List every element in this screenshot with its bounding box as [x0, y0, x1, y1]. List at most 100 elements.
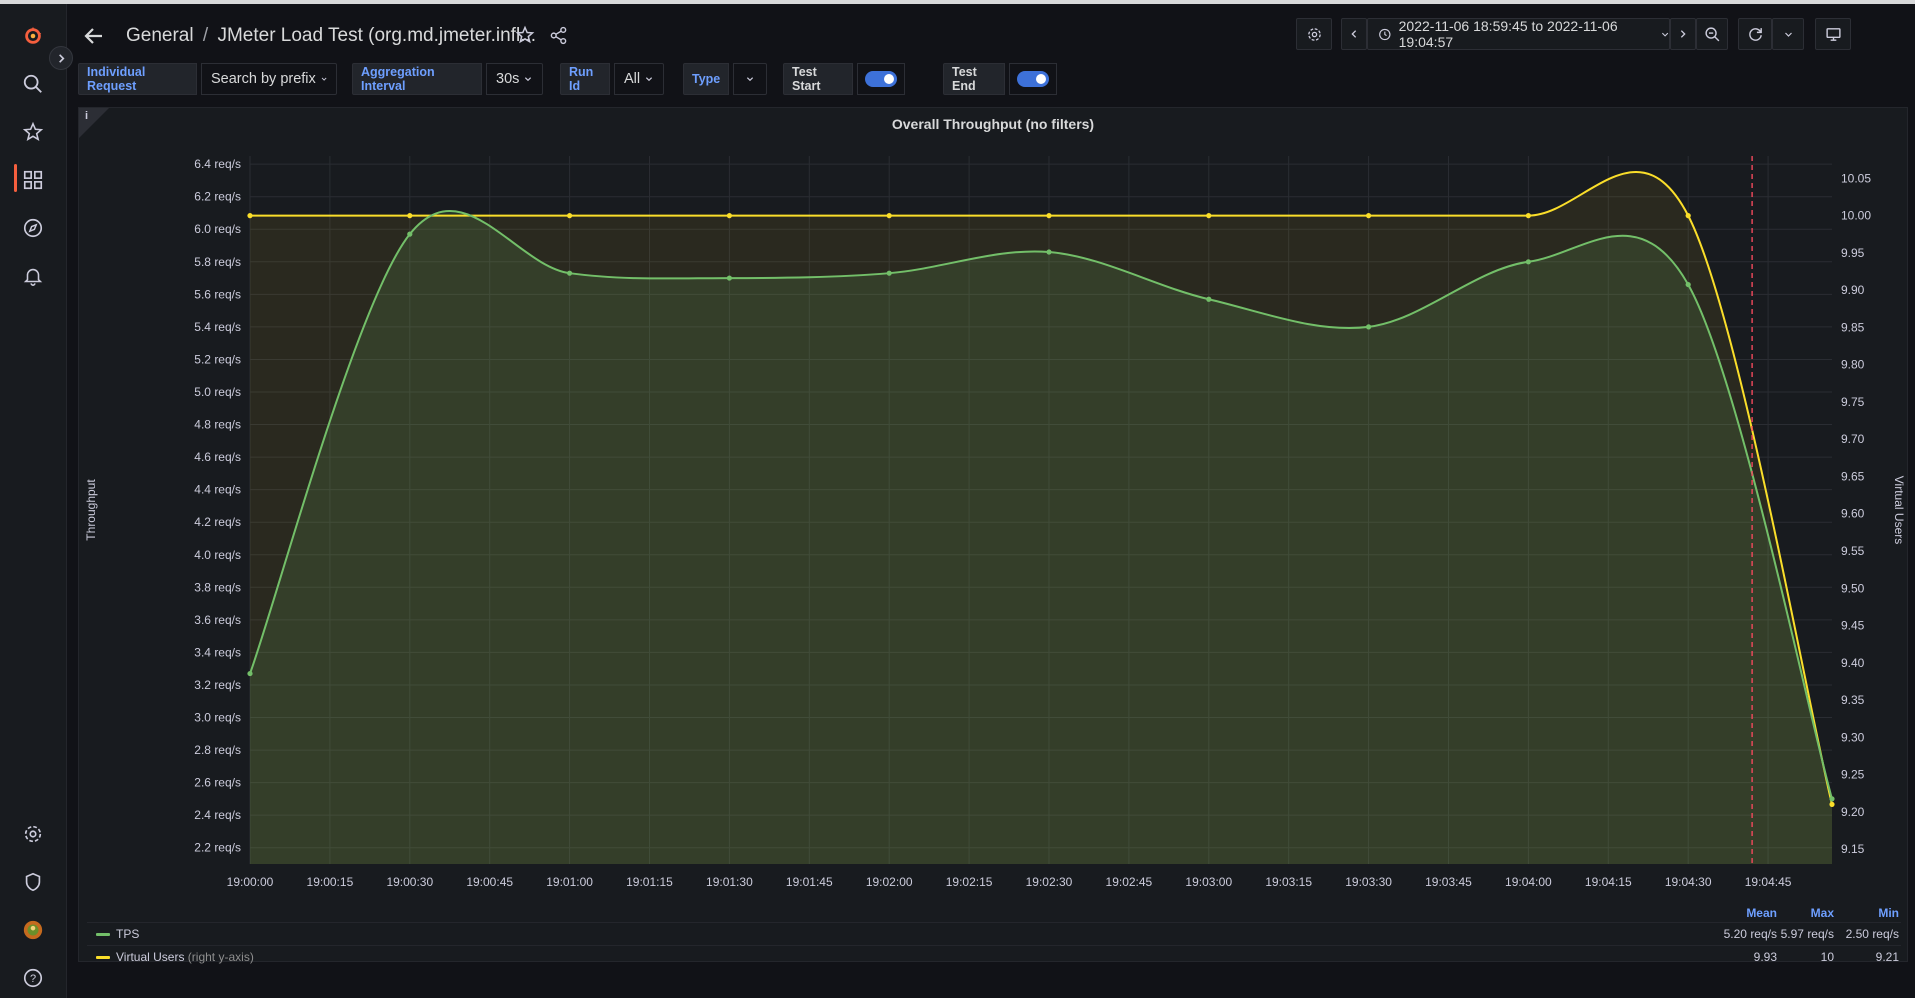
- back-arrow-icon[interactable]: [82, 24, 106, 48]
- legend-header-min[interactable]: Min: [1878, 906, 1899, 920]
- y2-tick-label: 9.80: [1841, 358, 1865, 372]
- tps-point: [1365, 324, 1372, 330]
- legend-max: 10: [1820, 950, 1834, 964]
- x-tick-label: 19:03:15: [1265, 875, 1312, 889]
- legend-min: 2.50 req/s: [1845, 927, 1899, 941]
- x-tick-label: 19:04:30: [1665, 875, 1712, 889]
- refresh-interval-dropdown[interactable]: [1772, 18, 1804, 50]
- configuration-gear-icon[interactable]: [21, 822, 45, 846]
- tps-area: [250, 211, 1832, 865]
- dashboards-icon[interactable]: [21, 168, 45, 192]
- individual-request-select[interactable]: Search by prefix: [201, 63, 337, 95]
- tps-point: [886, 270, 892, 276]
- server-admin-shield-icon[interactable]: [21, 870, 45, 894]
- monitor-icon: [1825, 27, 1841, 41]
- y2-tick-label: 9.20: [1841, 805, 1865, 819]
- star-dashboard-icon[interactable]: [514, 24, 536, 46]
- tps-point: [566, 270, 573, 276]
- y-tick-label: 4.6 req/s: [194, 450, 241, 464]
- y-tick-label: 3.6 req/s: [194, 613, 241, 627]
- zoom-out-button[interactable]: [1696, 18, 1728, 50]
- test-end-toggle[interactable]: [1009, 63, 1057, 95]
- dashboard-header: General / JMeter Load Test (org.md.jmete…: [66, 4, 1915, 62]
- x-tick-label: 19:00:45: [466, 875, 513, 889]
- y-tick-label: 4.0 req/s: [194, 548, 241, 562]
- panel-title[interactable]: Overall Throughput (no filters): [79, 116, 1907, 132]
- chevron-down-icon: [1784, 32, 1792, 37]
- alerting-bell-icon[interactable]: [21, 264, 45, 288]
- legend-mean: 9.93: [1753, 950, 1777, 964]
- time-range-text: 2022-11-06 18:59:45 to 2022-11-06 19:04:…: [1398, 18, 1618, 50]
- gear-icon: [1307, 27, 1321, 41]
- y2-tick-label: 9.45: [1841, 619, 1865, 633]
- breadcrumb-separator: /: [202, 25, 209, 46]
- dashboard-title[interactable]: JMeter Load Test (org.md.jmeter.infl...: [217, 25, 536, 46]
- test-start-switch[interactable]: [865, 71, 897, 87]
- y-tick-label: 3.8 req/s: [194, 580, 241, 594]
- x-tick-label: 19:02:30: [1026, 875, 1073, 889]
- time-shift-back-button[interactable]: [1341, 18, 1367, 50]
- user-avatar[interactable]: [21, 918, 45, 942]
- x-tick-label: 19:00:00: [227, 875, 274, 889]
- y2-tick-label: 9.60: [1841, 507, 1865, 521]
- dashboard-settings-button[interactable]: [1296, 18, 1332, 50]
- tps-point: [247, 670, 253, 677]
- y-tick-label: 3.2 req/s: [194, 678, 241, 692]
- virtual-users-point: [566, 213, 573, 219]
- run-id-label: Run Id: [560, 63, 610, 95]
- legend-header-mean[interactable]: Mean: [1746, 906, 1777, 920]
- legend-series-name: TPS: [116, 927, 140, 941]
- aggregation-interval-select[interactable]: 30s: [486, 63, 543, 95]
- time-range-picker[interactable]: 2022-11-06 18:59:45 to 2022-11-06 19:04:…: [1367, 18, 1670, 50]
- virtual-users-swatch: [96, 956, 110, 959]
- y2-tick-label: 9.55: [1841, 544, 1865, 558]
- y-tick-label: 6.0 req/s: [194, 222, 241, 236]
- x-tick-label: 19:02:15: [946, 875, 993, 889]
- type-select[interactable]: [733, 63, 767, 95]
- legend-header-max[interactable]: Max: [1811, 906, 1834, 920]
- tps-point: [407, 231, 413, 237]
- explore-compass-icon[interactable]: [21, 216, 45, 240]
- test-end-switch[interactable]: [1017, 71, 1049, 87]
- individual-request-label: Individual Request: [78, 63, 197, 95]
- test-start-toggle[interactable]: [857, 63, 905, 95]
- throughput-chart[interactable]: 2.2 req/s 2.4 req/s 2.6 req/s 2.8 req/s 3.0 …: [79, 108, 1907, 898]
- tps-point: [1685, 281, 1691, 288]
- x-tick-label: 19:04:45: [1745, 875, 1792, 889]
- clock-icon: [1379, 28, 1391, 40]
- legend-series-name: Virtual Users (right y-axis): [116, 950, 254, 964]
- virtual-users-point: [1829, 801, 1835, 807]
- share-icon[interactable]: [547, 24, 569, 46]
- tps-point: [1206, 296, 1212, 302]
- aggregation-interval-label: Aggregation Interval: [352, 63, 482, 95]
- x-tick-label: 19:01:30: [706, 875, 753, 889]
- x-tick-label: 19:03:45: [1425, 875, 1472, 889]
- virtual-users-point: [1046, 213, 1052, 219]
- chevron-down-icon: [646, 77, 653, 82]
- grafana-logo-icon[interactable]: [21, 24, 45, 48]
- cycle-view-mode-button[interactable]: [1815, 18, 1851, 50]
- virtual-users-point: [1685, 213, 1691, 219]
- y2-tick-label: 9.70: [1841, 432, 1865, 446]
- x-tick-label: 19:03:30: [1345, 875, 1392, 889]
- virtual-users-point: [1365, 213, 1372, 219]
- legend-row-virtual-users[interactable]: Virtual Users (right y-axis) 9.93 10 9.2…: [87, 945, 1901, 968]
- time-shift-forward-button[interactable]: [1670, 18, 1696, 50]
- starred-icon[interactable]: [21, 120, 45, 144]
- search-icon[interactable]: [21, 72, 45, 96]
- breadcrumb-folder[interactable]: General: [126, 25, 194, 46]
- legend-row-tps[interactable]: TPS 5.20 req/s 5.97 req/s 2.50 req/s: [87, 922, 1901, 945]
- virtual-users-point: [1206, 213, 1212, 219]
- help-icon[interactable]: ?: [21, 966, 45, 990]
- x-tick-label: 19:00:30: [386, 875, 433, 889]
- run-id-select[interactable]: All: [614, 63, 664, 95]
- legend-mean: 5.20 req/s: [1723, 927, 1777, 941]
- active-nav-indicator: [14, 164, 17, 192]
- x-tick-label: 19:02:00: [866, 875, 913, 889]
- refresh-button[interactable]: [1738, 18, 1772, 50]
- legend-header: Mean Max Min: [87, 906, 1901, 922]
- virtual-users-point: [726, 213, 732, 219]
- x-tick-label: 19:04:15: [1585, 875, 1632, 889]
- y-tick-label: 2.8 req/s: [194, 743, 241, 757]
- expand-sidebar-button[interactable]: [49, 46, 73, 70]
